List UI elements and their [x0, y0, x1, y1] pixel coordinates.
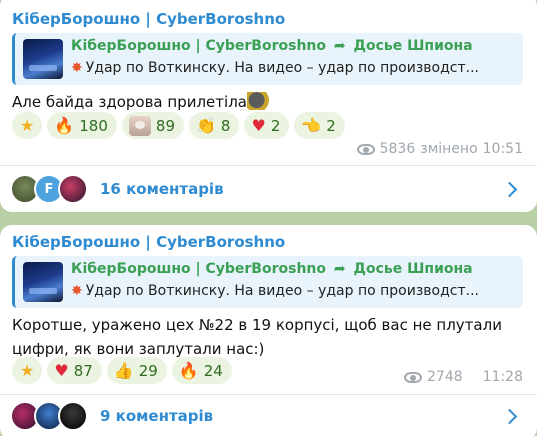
video-thumbnail[interactable] [23, 262, 63, 302]
message-text: Але байда здорова прилетіла [12, 90, 271, 114]
point-icon: 👈 [301, 115, 322, 135]
forward-text: ✸ Удар по Воткинску. На видео – удар по п… [71, 283, 521, 299]
reaction-star[interactable]: ★ [12, 357, 43, 384]
avatar [58, 401, 88, 431]
reactions-bar: ★ ♥ 87 👍 29 🔥 24 [12, 357, 232, 384]
reaction-heart[interactable]: ♥ 2 [244, 112, 290, 139]
custom-emoji-icon [246, 92, 271, 110]
reaction-count: 24 [203, 361, 223, 380]
thumbs-up-icon: 👍 [113, 360, 134, 380]
message-text-content: Але байда здорова прилетіла [12, 93, 247, 111]
reaction-thumbs-up[interactable]: 👍 29 [106, 357, 167, 384]
explosion-icon: ✸ [71, 60, 83, 76]
reaction-fire[interactable]: 🔥 24 [171, 357, 232, 384]
star-icon: ★ [20, 115, 35, 135]
commenter-avatars [10, 401, 100, 431]
forward-header: КіберБорошно | CyberBoroshno ➦ Досье Шпи… [71, 261, 473, 277]
reaction-count: 8 [220, 116, 231, 135]
forward-source: Досье Шпиона [353, 38, 473, 54]
fire-icon: 🔥 [54, 115, 75, 135]
message-meta: 5836 змінено 10:51 [356, 141, 523, 157]
reaction-count: 2 [326, 116, 336, 135]
heart-icon: ♥ [54, 360, 69, 380]
reaction-heart[interactable]: ♥ 87 [47, 357, 102, 384]
forwarded-preview[interactable]: КіберБорошно | CyberBoroshno ➦ Досье Шпи… [12, 33, 523, 85]
forward-arrow-icon: ➦ [333, 38, 346, 54]
view-count: 5836 [379, 141, 416, 157]
reaction-fire[interactable]: 🔥 180 [47, 112, 117, 139]
forwarded-preview[interactable]: КіберБорошно | CyberBoroshno ➦ Досье Шпи… [12, 256, 523, 308]
fire-icon: 🔥 [178, 360, 199, 380]
sender-name[interactable]: КіберБорошно | CyberBoroshno [12, 233, 285, 251]
message-card: КіберБорошно | CyberBoroshno КіберБорошн… [0, 225, 537, 436]
sticker-icon [128, 115, 151, 136]
forward-origin: КіберБорошно | CyberBoroshno [71, 261, 327, 277]
message-card: КіберБорошно | CyberBoroshno КіберБорошн… [0, 0, 537, 212]
chevron-right-icon [501, 408, 518, 424]
edited-label: змінено [420, 141, 478, 157]
heart-icon: ♥ [251, 115, 266, 135]
views-eye-icon [356, 143, 375, 155]
comments-button[interactable]: F 16 коментарів [0, 166, 537, 212]
video-thumbnail[interactable] [23, 39, 63, 79]
message-meta: 2748 11:28 [404, 369, 523, 385]
explosion-icon: ✸ [71, 283, 83, 299]
reaction-point[interactable]: 👈 2 [294, 112, 345, 139]
reaction-count: 29 [138, 361, 158, 380]
chevron-right-icon [501, 181, 518, 197]
sender-name[interactable]: КіберБорошно | CyberBoroshno [12, 10, 285, 28]
comments-count[interactable]: 16 коментарів [100, 180, 504, 198]
reactions-bar: ★ 🔥 180 89 👏 8 ♥ 2 👈 2 [12, 112, 345, 139]
forward-arrow-icon: ➦ [333, 261, 346, 277]
clap-icon: 👏 [196, 115, 216, 135]
forward-origin: КіберБорошно | CyberBoroshno [71, 38, 327, 54]
forward-text: ✸ Удар по Воткинску. На видео – удар по п… [71, 60, 521, 76]
message-text: Коротше, уражено цех №22 в 19 корпусі, щ… [12, 313, 502, 361]
reaction-star[interactable]: ★ [12, 112, 43, 139]
reaction-count: 89 [155, 116, 175, 135]
comments-count[interactable]: 9 коментарів [100, 407, 504, 425]
commenter-avatars: F [10, 174, 100, 204]
message-time: 11:28 [482, 369, 523, 385]
comments-button[interactable]: 9 коментарів [0, 393, 537, 436]
reaction-clap[interactable]: 👏 8 [189, 112, 240, 139]
reaction-count: 87 [73, 361, 93, 380]
star-icon: ★ [20, 360, 35, 380]
avatar [58, 174, 88, 204]
forward-source: Досье Шпиона [353, 261, 473, 277]
message-time: 10:51 [482, 141, 523, 157]
reaction-count: 180 [79, 116, 108, 135]
message-text-line: Коротше, уражено цех №22 в 19 корпусі, щ… [12, 316, 502, 334]
views-eye-icon [404, 371, 422, 383]
view-count: 2748 [427, 369, 463, 385]
forward-preview-text: Удар по Воткинску. На видео – удар по пр… [85, 283, 479, 299]
forward-header: КіберБорошно | CyberBoroshno ➦ Досье Шпи… [71, 38, 473, 54]
forward-preview-text: Удар по Воткинску. На видео – удар по пр… [85, 60, 479, 76]
reaction-count: 2 [270, 116, 281, 135]
reaction-sticker[interactable]: 89 [121, 112, 184, 139]
